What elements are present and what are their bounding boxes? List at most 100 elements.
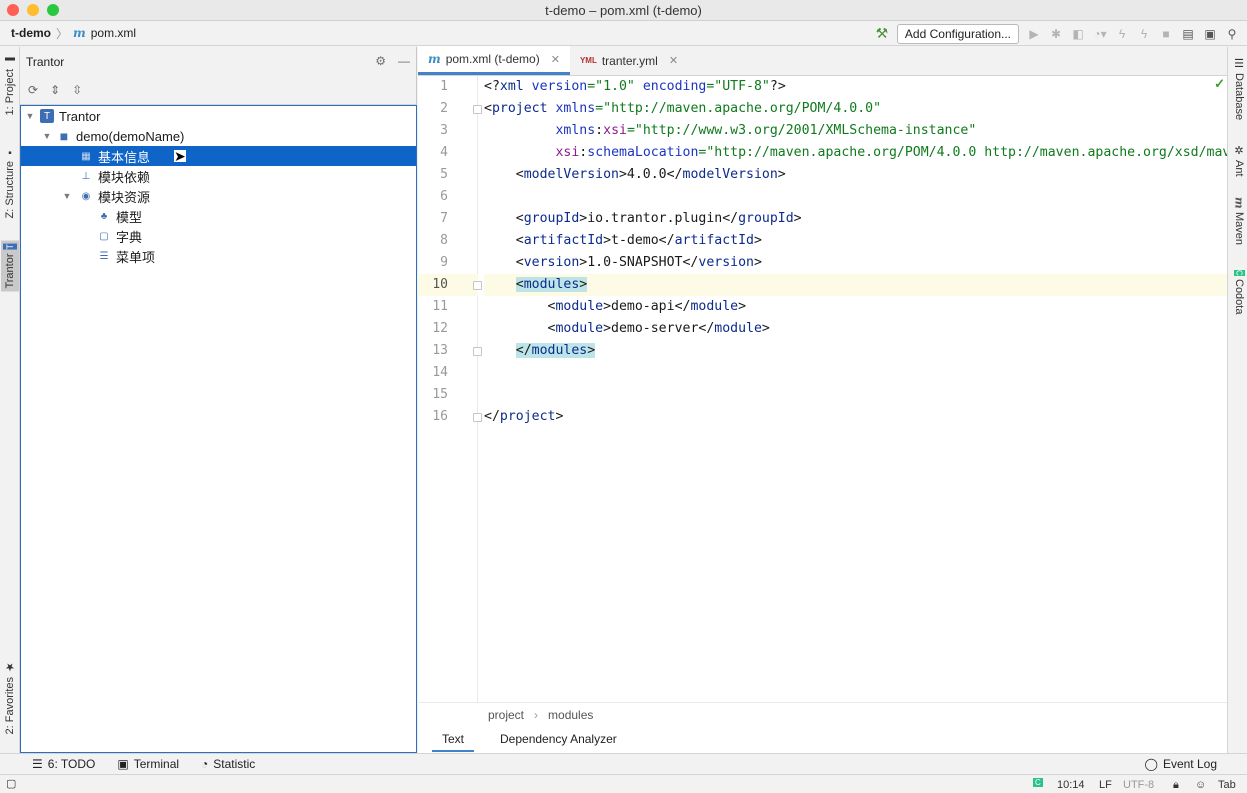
- codota-status-icon[interactable]: C: [1033, 778, 1043, 787]
- tree-node-label: 模块资源: [98, 189, 151, 205]
- tool-tab-todo[interactable]: ☰ 6: TODO: [32, 757, 95, 771]
- tree-node-model[interactable]: ♣ 模型: [21, 206, 416, 226]
- tool-tab-structure[interactable]: Z: Structure ▪: [1, 143, 19, 221]
- tool-tab-terminal[interactable]: ▣ Terminal: [117, 757, 179, 771]
- menu-icon: ☰: [99, 250, 109, 262]
- hide-panel-icon[interactable]: —: [398, 54, 410, 68]
- tree-node-label: 模型: [116, 209, 143, 225]
- dictionary-icon: ▢: [99, 230, 109, 242]
- tool-tab-tantor[interactable]: Trantor T: [1, 241, 19, 292]
- tool-tab-todo-label: 6: TODO: [47, 757, 96, 771]
- trantor-icon: T: [40, 109, 54, 123]
- current-line-highlight: [484, 274, 1227, 296]
- code-line: <project xmlns="http://maven.apache.org/…: [484, 101, 882, 116]
- profile-icon[interactable]: ◔▾: [1093, 27, 1107, 41]
- hot-reload-all-icon[interactable]: ϟ: [1137, 27, 1151, 41]
- tool-tab-database[interactable]: ☰ Database: [1230, 57, 1247, 120]
- mouse-cursor-icon: ➤: [174, 148, 186, 164]
- code-line: <?xml version="1.0" encoding="UTF-8"?>: [484, 79, 786, 94]
- expanded-arrow-icon[interactable]: ▼: [41, 131, 53, 141]
- collapse-all-icon[interactable]: ⇳: [72, 83, 82, 97]
- tool-tab-event-log-label: Event Log: [1162, 757, 1217, 771]
- tree-node-resources[interactable]: ▼ ◉ 模块资源: [21, 186, 416, 206]
- code-line: <artifactId>t-demo</artifactId>: [484, 233, 762, 248]
- refresh-icon[interactable]: ⟳: [28, 83, 38, 97]
- run-anything-icon[interactable]: ▣: [1203, 27, 1217, 41]
- tab-tranter-yml[interactable]: YML tranter.yml ✕: [570, 46, 688, 75]
- tool-tab-event-log[interactable]: ◯ Event Log: [1145, 757, 1217, 771]
- tab-pom-xml[interactable]: m pom.xml (t-demo) ✕: [418, 46, 570, 75]
- tantor-icon: T: [3, 244, 17, 250]
- tab-dependency-analyzer[interactable]: Dependency Analyzer: [490, 731, 627, 752]
- tree-node-dictionary[interactable]: ▢ 字典: [21, 226, 416, 246]
- run-icon[interactable]: ▶: [1027, 27, 1041, 41]
- debug-icon[interactable]: ✱: [1049, 27, 1063, 41]
- tool-tab-project[interactable]: 1: Project ▬: [1, 51, 19, 118]
- close-tab-icon[interactable]: ✕: [669, 54, 678, 67]
- breadcrumb-file[interactable]: pom.xml: [91, 26, 136, 40]
- code-line: <version>1.0-SNAPSHOT</version>: [484, 255, 762, 270]
- tool-tab-terminal-label: Terminal: [133, 757, 180, 771]
- file-encoding[interactable]: UTF-8: [1123, 779, 1154, 791]
- line-separator[interactable]: LF: [1099, 779, 1112, 791]
- line-number: 3: [440, 123, 448, 138]
- tab-text[interactable]: Text: [432, 731, 475, 752]
- fold-marker-icon[interactable]: [473, 281, 482, 290]
- tool-tab-codota[interactable]: C Codota: [1230, 270, 1247, 314]
- left-tool-strip: 1: Project ▬ Z: Structure ▪ Trantor T 2:…: [0, 47, 20, 753]
- breadcrumb-project[interactable]: t-demo: [11, 26, 51, 40]
- main-toolbar: ⚒ Add Configuration... ▶ ✱ ◧ ◔▾ ϟ ϟ ■ ▤ …: [875, 23, 1239, 44]
- stop-icon[interactable]: ■: [1159, 27, 1173, 41]
- caret-position[interactable]: 10:14: [1057, 779, 1085, 791]
- fold-marker-icon[interactable]: [473, 105, 482, 114]
- hot-reload-icon[interactable]: ϟ: [1115, 27, 1129, 41]
- tool-tab-maven[interactable]: m Maven: [1230, 197, 1247, 245]
- structure-icon: ▪: [4, 146, 16, 157]
- tool-tab-ant[interactable]: ✲ Ant: [1230, 144, 1247, 177]
- globe-icon: ◉: [81, 190, 91, 202]
- tree-node-basic-info[interactable]: ▦ 基本信息 ➤: [21, 146, 416, 166]
- tool-tab-favorites[interactable]: 2: Favorites ★: [1, 657, 19, 737]
- tool-tab-ant-label: Ant: [1233, 160, 1245, 177]
- lock-icon[interactable]: 🔒︎: [1173, 779, 1179, 792]
- xml-breadcrumb-item[interactable]: modules: [548, 708, 593, 722]
- zoom-window-button[interactable]: [47, 4, 59, 16]
- indent-setting[interactable]: Tab: [1218, 779, 1236, 791]
- expanded-arrow-icon[interactable]: ▼: [61, 191, 73, 201]
- chevron-right-icon: ›: [534, 708, 539, 722]
- code-line: <modules>: [515, 277, 588, 292]
- status-bar: ▢ C 10:14 LF UTF-8 🔒︎ ☺ Tab: [0, 774, 1247, 793]
- tree-node-menu[interactable]: ☰ 菜单项: [21, 246, 416, 266]
- xml-breadcrumb-item[interactable]: project: [488, 708, 524, 722]
- code-line: <modelVersion>4.0.0</modelVersion>: [484, 167, 786, 182]
- search-icon[interactable]: ⚲: [1225, 27, 1239, 41]
- fold-marker-icon[interactable]: [473, 347, 482, 356]
- project-structure-icon[interactable]: ▤: [1181, 27, 1195, 41]
- line-number: 10: [418, 274, 478, 296]
- tree-node-dependencies[interactable]: ⊥ 模块依赖: [21, 166, 416, 186]
- folder-icon: ▬: [4, 54, 16, 65]
- coverage-icon[interactable]: ◧: [1071, 27, 1085, 41]
- tree-node-label: 基本信息: [98, 149, 151, 165]
- expanded-arrow-icon[interactable]: ▼: [24, 111, 36, 121]
- minimize-window-button[interactable]: [27, 4, 39, 16]
- fold-marker-icon[interactable]: [473, 413, 482, 422]
- close-tab-icon[interactable]: ✕: [551, 53, 560, 66]
- code-editor[interactable]: <?xml version="1.0" encoding="UTF-8"?> <…: [484, 76, 1227, 702]
- model-icon: ♣: [100, 210, 108, 222]
- inspector-icon[interactable]: ☺: [1195, 779, 1206, 791]
- build-hammer-icon[interactable]: ⚒: [875, 25, 889, 41]
- window-title: t-demo – pom.xml (t-demo): [545, 2, 702, 18]
- tree-node-demo[interactable]: ▼ ■ demo(demoName): [21, 126, 416, 146]
- toggle-tool-windows-icon[interactable]: ▢: [6, 777, 16, 790]
- tree-node-trantor[interactable]: ▼ T Trantor: [21, 106, 416, 126]
- expand-all-icon[interactable]: ⇕: [50, 83, 60, 97]
- gear-icon[interactable]: ⚙: [375, 54, 386, 68]
- tool-tab-project-label: 1: Project: [4, 69, 16, 116]
- close-window-button[interactable]: [7, 4, 19, 16]
- no-problems-check-icon: ✓: [1214, 76, 1225, 91]
- navigation-bar: t-demo 〉 m pom.xml ⚒ Add Configuration..…: [0, 21, 1247, 46]
- folder-icon: ■: [59, 128, 69, 144]
- add-configuration-button[interactable]: Add Configuration...: [896, 23, 1019, 44]
- tool-tab-statistic[interactable]: ◔ Statistic: [201, 757, 255, 771]
